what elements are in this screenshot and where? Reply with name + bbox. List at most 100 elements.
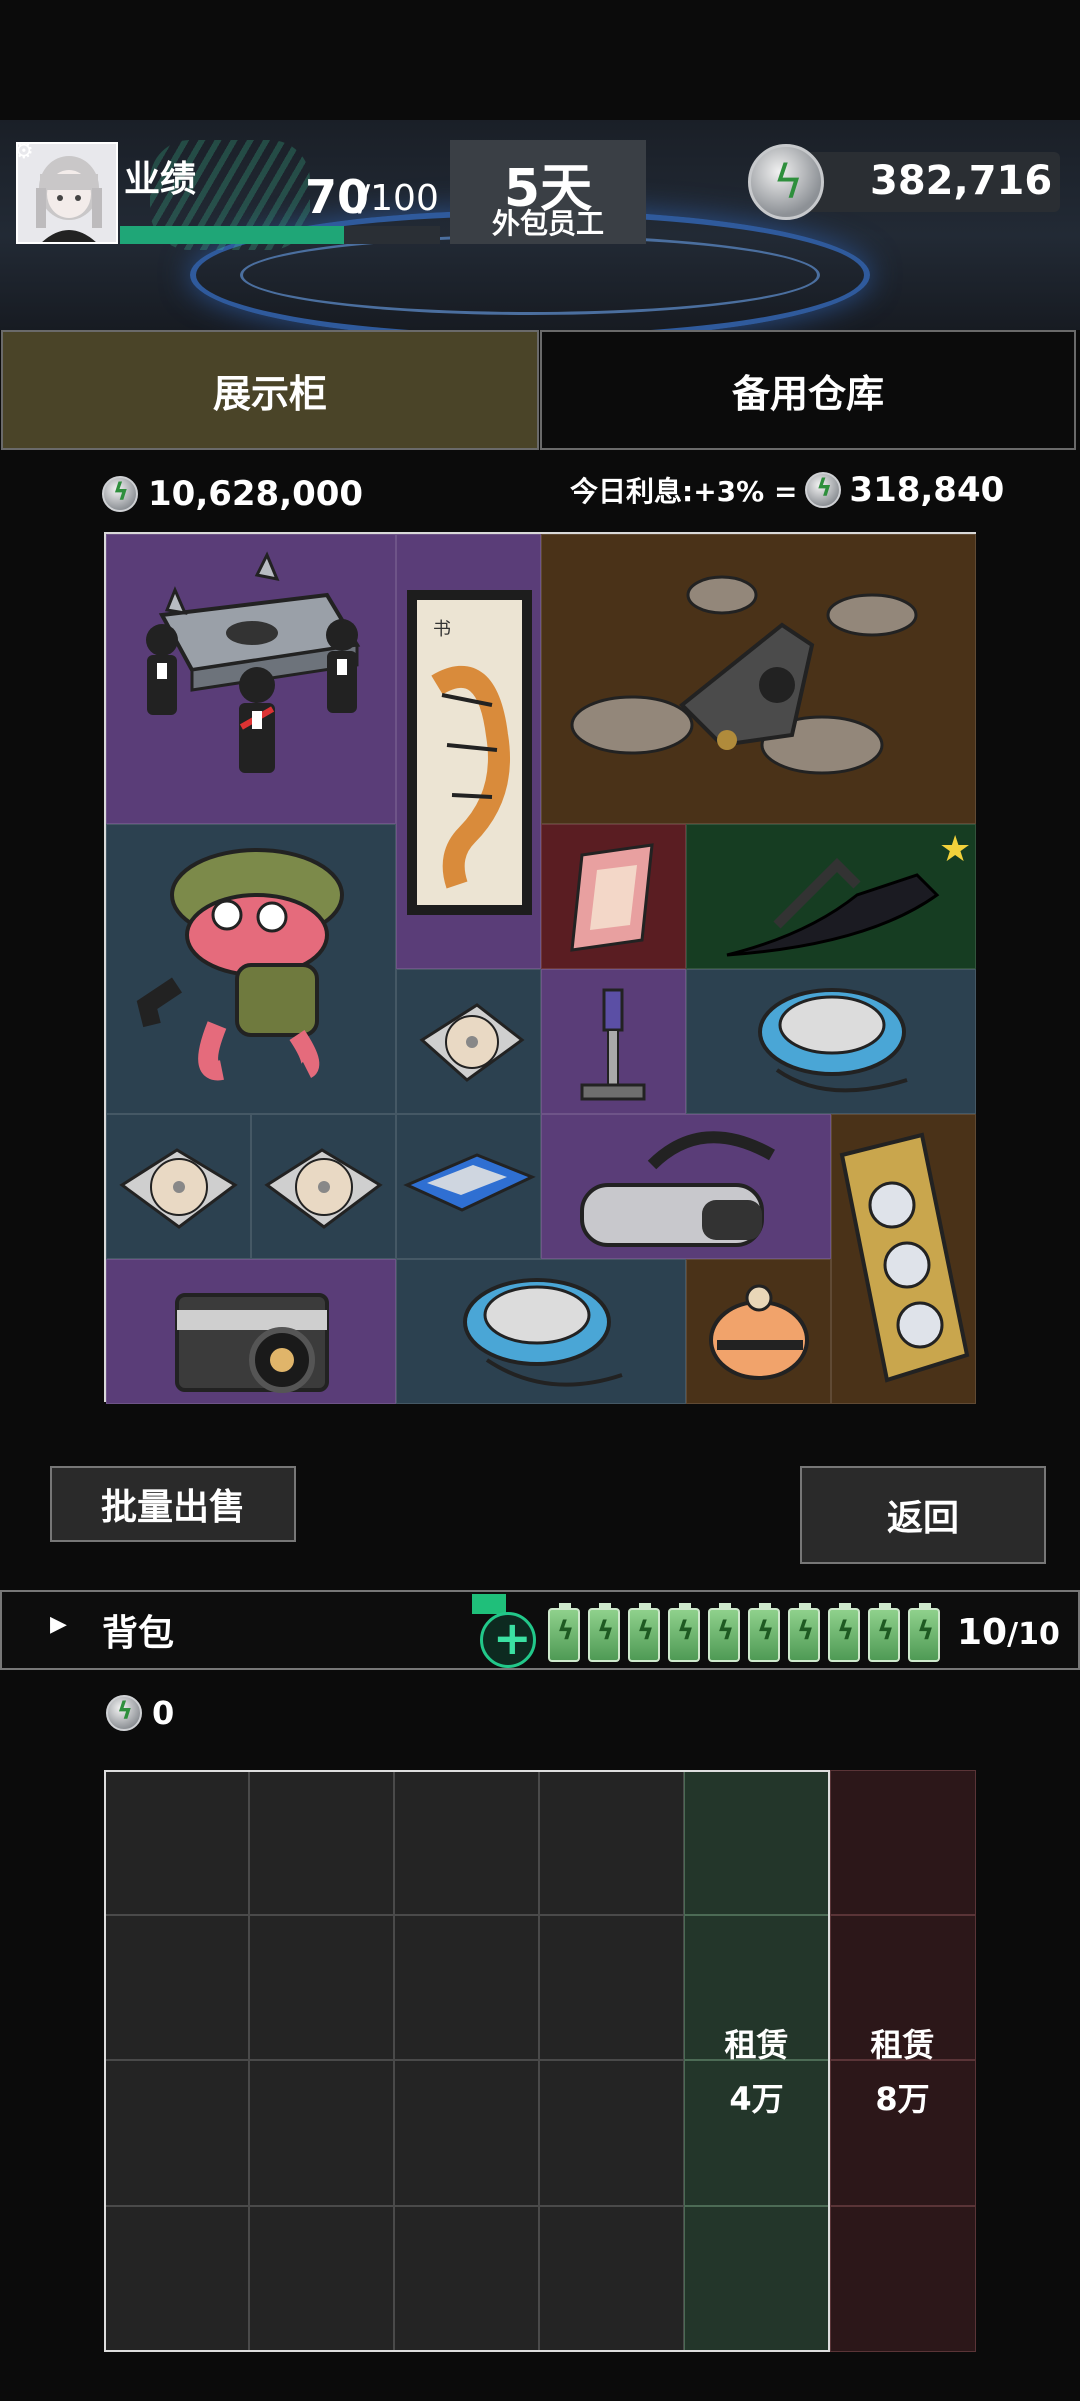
performance-progress-bar — [120, 226, 440, 244]
performance-progress-fill — [120, 226, 344, 244]
battery-icon — [708, 1603, 740, 1662]
battery-icon — [588, 1603, 620, 1662]
battery-icon — [668, 1603, 700, 1662]
ssd-icon — [403, 1153, 536, 1212]
vr-headset-icon — [580, 1131, 775, 1247]
rent-slot[interactable] — [684, 2206, 830, 2352]
backpack-slot[interactable] — [394, 2206, 539, 2352]
camera-icon — [175, 1293, 329, 1393]
svg-text:书: 书 — [433, 619, 451, 640]
frog-icon — [136, 848, 344, 1081]
star-icon: ★ — [939, 829, 971, 870]
backpack-slot[interactable] — [539, 2060, 684, 2206]
showcase-item-helmet[interactable] — [686, 1259, 831, 1404]
gear-icon[interactable]: ⚙ — [14, 140, 38, 164]
performance-label: 业绩 — [124, 159, 197, 200]
showcase-item-dark-blade[interactable]: ★ — [686, 824, 976, 969]
backpack-slot[interactable] — [104, 2206, 249, 2352]
backpack-label: 背包 — [102, 1613, 175, 1654]
backpack-slot[interactable] — [249, 1915, 394, 2060]
backpack-slot[interactable] — [249, 2206, 394, 2352]
backpack-slot[interactable] — [249, 2060, 394, 2206]
showcase-item-frog[interactable] — [106, 824, 396, 1114]
showcase-item-tiger-scroll[interactable]: 书 — [396, 534, 541, 969]
rank-label: 外包员工 — [491, 207, 604, 240]
backpack-slot[interactable] — [394, 2060, 539, 2206]
rent2-label: 租赁 — [870, 2026, 935, 2064]
crystal-card-icon — [570, 843, 654, 952]
backpack-slot[interactable] — [539, 1915, 684, 2060]
bulk-sell-button[interactable]: 批量出售 — [50, 1466, 296, 1542]
battery-icon — [748, 1603, 780, 1662]
expand-arrow-icon[interactable]: ▶ — [50, 1612, 67, 1637]
backpack-slot[interactable] — [539, 2206, 684, 2352]
interest-label: 今日利息:+3% = — [570, 475, 798, 508]
backpack-slot[interactable] — [104, 2060, 249, 2206]
showcase-item-drone[interactable] — [541, 534, 976, 824]
rent1-price: 4万 — [729, 2080, 784, 2118]
showcase-item-crystal[interactable] — [541, 824, 686, 969]
showcase-item-vr-headset[interactable] — [541, 1114, 831, 1259]
daily-interest: 今日利息:+3% = 318,840 — [570, 470, 1004, 510]
energy-coin-icon: ϟ — [748, 144, 824, 220]
backpack-slot[interactable] — [249, 1770, 394, 1915]
showcase-total-value: 10,628,000 — [148, 474, 364, 514]
battery-icon — [828, 1603, 860, 1662]
showcase-item-cd[interactable] — [396, 969, 541, 1114]
blade-icon: ★ — [726, 829, 971, 957]
coin-icon — [805, 472, 842, 508]
coin-icon — [106, 1695, 142, 1731]
drone-icon — [570, 575, 918, 775]
rent2-price: 8万 — [875, 2080, 930, 2118]
coffin-dance-icon — [146, 551, 361, 773]
tiger-scroll-icon: 书 — [407, 590, 532, 915]
performance-max: /100 — [358, 178, 439, 219]
showcase-item-cd-player[interactable] — [686, 969, 976, 1114]
cd-player-icon — [463, 1278, 623, 1387]
battery-icon — [908, 1603, 940, 1662]
day-panel: 5天 外包员工 — [450, 140, 646, 244]
coin-icon — [102, 476, 138, 512]
backpack-count: 10/10 — [957, 1612, 1060, 1653]
backpack-slot[interactable] — [394, 1915, 539, 2060]
back-button[interactable]: 返回 — [800, 1466, 1046, 1564]
hud-ring-inner — [240, 235, 820, 315]
showcase-item-cd-player[interactable] — [396, 1259, 686, 1404]
showcase-item-gpu[interactable] — [831, 1114, 976, 1404]
showcase-total: 10,628,000 — [102, 474, 363, 514]
showcase-item-ssd[interactable] — [396, 1114, 541, 1259]
backpack-slot[interactable] — [394, 1770, 539, 1915]
backpack-slot[interactable] — [104, 1770, 249, 1915]
cd-icon — [119, 1148, 238, 1229]
backpack-bar[interactable]: ▶ 背包 + 10/10 — [0, 1590, 1080, 1670]
showcase-grid: 书 ★ — [104, 532, 976, 1404]
backpack-count-max: /10 — [1007, 1617, 1060, 1652]
rent-slot[interactable] — [830, 2206, 976, 2352]
cd-icon — [419, 1003, 525, 1082]
battery-icon — [868, 1603, 900, 1662]
rent-slot[interactable] — [830, 1770, 976, 1915]
interest-value: 318,840 — [849, 470, 1005, 510]
helmet-icon — [709, 1284, 809, 1380]
backpack-value: 0 — [106, 1694, 174, 1732]
backpack-slot[interactable] — [104, 1915, 249, 2060]
add-capacity-button[interactable]: + — [480, 1611, 536, 1668]
backpack-value-amount: 0 — [152, 1694, 175, 1732]
showcase-item-coffin-dance[interactable] — [106, 534, 396, 824]
showcase-item-sword-sculpture[interactable] — [541, 969, 686, 1114]
showcase-item-cd[interactable] — [251, 1114, 396, 1259]
tab-warehouse[interactable]: 备用仓库 — [540, 330, 1076, 450]
battery-icon — [548, 1603, 580, 1662]
battery-icon — [628, 1603, 660, 1662]
cd-player-icon — [758, 988, 908, 1093]
cd-icon — [264, 1148, 383, 1229]
battery-icon — [788, 1603, 820, 1662]
rent-slot[interactable] — [684, 1770, 830, 1915]
backpack-slot[interactable] — [539, 1770, 684, 1915]
backpack-grid: 租赁 4万 租赁 8万 — [104, 1770, 976, 2352]
coin-total: 382,716 — [870, 158, 1053, 204]
showcase-item-cd[interactable] — [106, 1114, 251, 1259]
gpu-icon — [839, 1132, 970, 1383]
tab-showcase[interactable]: 展示柜 — [1, 330, 539, 450]
showcase-item-camera[interactable] — [106, 1259, 396, 1404]
